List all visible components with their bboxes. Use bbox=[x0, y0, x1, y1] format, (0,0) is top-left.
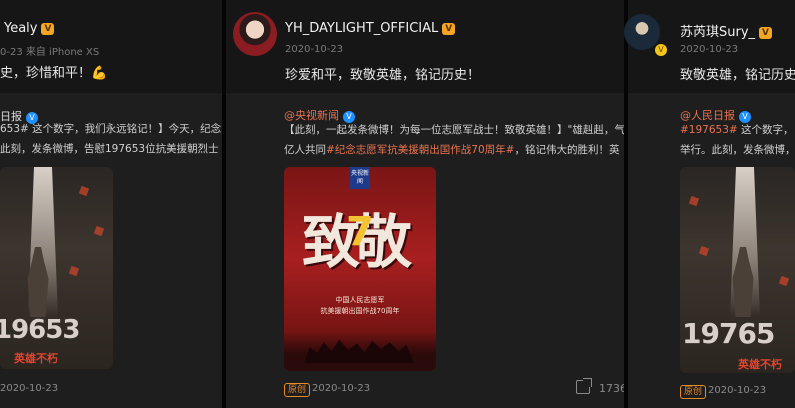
image-label: 英雄不朽 bbox=[738, 358, 782, 371]
footer-date[interactable]: 2020-10-23 bbox=[708, 385, 766, 396]
repost-text-line: #197653# 这个数字， bbox=[680, 124, 794, 136]
post-date[interactable]: 2020-10-23 bbox=[680, 44, 738, 55]
avatar[interactable] bbox=[624, 14, 660, 50]
footer-date: 2020-10-23 bbox=[0, 383, 59, 394]
footer-date[interactable]: 2020-10-23 bbox=[312, 383, 370, 394]
ember bbox=[698, 245, 710, 257]
user-name[interactable]: 苏芮琪Sury_ V bbox=[680, 21, 773, 40]
ember bbox=[68, 265, 80, 277]
repost-text-line: 举行。此刻，发条微博， bbox=[680, 144, 795, 156]
ember bbox=[93, 225, 105, 237]
share-icon[interactable] bbox=[576, 378, 592, 394]
post-text: 致敬英雄，铭记历史！ bbox=[680, 68, 795, 83]
share-count[interactable]: 1736 bbox=[599, 382, 627, 395]
vip-badge-icon: V bbox=[442, 23, 456, 35]
hashtag-link[interactable]: #纪念志愿军抗美援朝出国作战70周年# bbox=[326, 144, 514, 156]
repost-text-line: 亿人共同#纪念志愿军抗美援朝出国作战70周年#，铭记伟大的胜利！英 bbox=[284, 144, 620, 156]
vip-badge-icon: V bbox=[41, 23, 55, 35]
image-label: 英雄不朽 bbox=[14, 352, 58, 365]
post-image[interactable]: 19765 英雄不朽 bbox=[680, 167, 795, 373]
repost-text-line: 【此刻，一起发条微博！为每一位志愿军战士！致敬英雄！】"雄赳赳，气 bbox=[284, 124, 625, 136]
repost-text-line: 653# 这个数字，我们永远铭记！】今天，纪念 bbox=[0, 123, 222, 135]
original-tag: 原创 bbox=[680, 385, 707, 399]
avatar[interactable] bbox=[233, 12, 277, 56]
post-text: 史，珍惜和平！💪 bbox=[0, 66, 108, 81]
post-image[interactable]: 央视新闻 致敬 7 中国人民志愿军 抗美援朝出国作战70周年 bbox=[284, 167, 436, 371]
repost-text-line: 此刻，发条微博，告慰197653位抗美援朝烈士 bbox=[0, 143, 219, 155]
post-meta: 0-23 来自 iPhone XS bbox=[0, 47, 100, 58]
original-tag: 原创 bbox=[284, 383, 311, 397]
image-number: 7 bbox=[346, 209, 374, 255]
post-image[interactable]: 19653 英雄不朽 bbox=[0, 167, 113, 369]
image-number: 19653 bbox=[0, 315, 80, 345]
image-number: 19765 bbox=[682, 317, 775, 350]
cctv-news-logo: 央视新闻 bbox=[350, 167, 370, 189]
post-text: 珍爱和平，致敬英雄，铭记历史！ bbox=[285, 68, 481, 83]
hashtag-link[interactable]: #197653# bbox=[680, 124, 738, 136]
user-name[interactable]: YH_DAYLIGHT_OFFICIAL V bbox=[285, 21, 456, 36]
post-date[interactable]: 2020-10-23 bbox=[285, 44, 343, 55]
vip-badge-icon: V bbox=[759, 27, 773, 39]
ember bbox=[78, 185, 90, 197]
ember bbox=[778, 275, 790, 287]
user-name[interactable]: Yealy V bbox=[4, 21, 55, 36]
ember bbox=[688, 195, 700, 207]
vip-badge-icon: V bbox=[655, 44, 667, 56]
image-caption: 中国人民志愿军 抗美援朝出国作战70周年 bbox=[320, 296, 400, 315]
